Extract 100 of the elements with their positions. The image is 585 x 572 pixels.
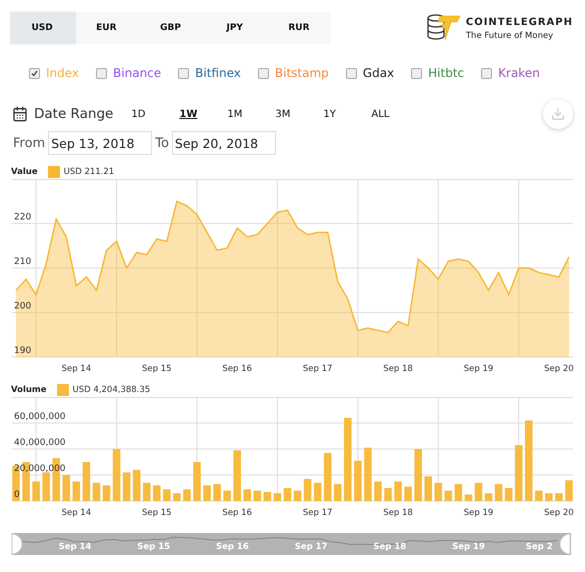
volume-bar — [364, 448, 372, 501]
x-axis-label: Sep 17 — [302, 508, 332, 518]
volume-bar — [193, 462, 201, 501]
download-icon — [551, 107, 565, 121]
checkbox[interactable] — [96, 68, 108, 78]
navigator-date-label: Sep 15 — [137, 542, 170, 552]
volume-bar — [474, 482, 482, 501]
volume-bar — [163, 489, 171, 501]
currency-tab[interactable]: GBP — [138, 12, 203, 44]
volume-bar — [404, 486, 412, 501]
checkbox[interactable] — [411, 68, 422, 78]
checkbox[interactable] — [481, 68, 492, 78]
volume-bar — [254, 490, 262, 501]
x-axis-label: Sep 20 — [544, 508, 574, 518]
volume-bar — [494, 484, 502, 501]
legend-text: USD 4,204,388.35 — [72, 385, 150, 395]
volume-bar — [284, 488, 292, 501]
volume-bar — [233, 450, 241, 501]
range-button[interactable]: 3M — [275, 108, 324, 120]
navigator-date-label: Sep 18 — [373, 542, 406, 552]
volume-bar — [153, 485, 161, 501]
checkbox[interactable] — [178, 68, 190, 78]
exchange-label[interactable]: Hitbtc — [428, 66, 464, 80]
x-axis-label: Sep 16 — [222, 364, 252, 374]
brand-tagline: The Future of Money — [466, 31, 554, 41]
volume-bar — [213, 484, 221, 501]
x-axis-label: Sep 14 — [62, 364, 92, 374]
x-axis-label: Sep 18 — [383, 508, 413, 518]
volume-bar — [183, 489, 191, 501]
range-button[interactable]: 1Y — [323, 108, 372, 120]
volume-bar — [514, 445, 522, 501]
download-button[interactable] — [543, 99, 573, 129]
volume-bar — [132, 470, 140, 501]
volume-bar — [464, 494, 472, 501]
range-button[interactable]: 1W — [179, 108, 228, 120]
volume-bar — [244, 489, 252, 501]
navigator-date-label: Sep 2 — [526, 542, 553, 552]
volume-bar — [394, 482, 402, 501]
volume-bar — [142, 482, 150, 501]
range-button[interactable]: 1D — [131, 108, 180, 120]
y-axis-label: 60,000,000 — [14, 412, 66, 422]
navigator-date-label: Sep 14 — [58, 542, 92, 552]
volume-bar — [294, 490, 302, 501]
x-axis-label: Sep 19 — [464, 508, 494, 518]
y-axis-label: 210 — [14, 257, 32, 267]
chart-title: Value — [11, 167, 38, 177]
calendar-icon — [12, 106, 28, 122]
currency-tab[interactable]: RUR — [266, 12, 332, 44]
exchange-label[interactable]: Gdax — [362, 66, 394, 80]
y-axis-label: 0 — [14, 490, 20, 500]
volume-bar — [504, 488, 512, 501]
range-button[interactable]: 1M — [227, 108, 276, 120]
navigator-date-label: Sep 19 — [452, 542, 485, 552]
x-axis-label: Sep 17 — [302, 364, 332, 374]
volume-bar — [304, 478, 312, 501]
volume-bar — [32, 482, 40, 501]
volume-bar — [434, 482, 442, 501]
brand-name: COINTELEGRAPH — [466, 17, 573, 28]
volume-bar — [424, 476, 432, 501]
checkbox[interactable] — [258, 68, 269, 78]
volume-bar — [122, 472, 130, 501]
currency-tab[interactable]: JPY — [202, 12, 267, 44]
range-button[interactable]: ALL — [371, 108, 420, 120]
x-axis-label: Sep 14 — [62, 508, 92, 518]
volume-bar — [535, 490, 543, 501]
exchange-label[interactable]: Binance — [113, 66, 162, 80]
volume-bar — [173, 493, 181, 501]
y-axis-label: 220 — [14, 212, 32, 222]
from-date-field[interactable]: Sep 13, 2018 — [48, 131, 152, 155]
x-axis-label: Sep 20 — [544, 364, 574, 374]
volume-bar — [414, 449, 422, 501]
volume-bar — [354, 460, 362, 501]
volume-bar — [314, 482, 322, 501]
checkbox[interactable] — [346, 68, 357, 78]
to-date-field[interactable]: Sep 20, 2018 — [172, 131, 276, 155]
currency-tab[interactable]: USD — [10, 12, 74, 44]
volume-bar — [72, 482, 80, 501]
from-label: From — [13, 136, 46, 150]
y-axis-label: 40,000,000 — [14, 438, 66, 448]
volume-bar — [102, 485, 110, 501]
y-axis-label: 200 — [14, 302, 32, 312]
volume-bar — [334, 484, 342, 501]
volume-bar — [324, 452, 332, 501]
checkbox[interactable] — [29, 68, 40, 78]
currency-tab[interactable]: EUR — [74, 12, 138, 44]
navigator-date-label: Sep 16 — [216, 542, 249, 552]
y-axis-label: 190 — [14, 346, 32, 356]
volume-bar — [82, 462, 90, 501]
date-range-label: Date Range — [34, 106, 114, 122]
volume-bar — [484, 493, 492, 501]
navigator-track[interactable] — [12, 533, 571, 555]
volume-bar — [444, 490, 452, 501]
exchange-label[interactable]: Bitfinex — [195, 66, 241, 80]
volume-bar — [223, 490, 231, 501]
x-axis-label: Sep 15 — [142, 508, 172, 518]
volume-bar — [454, 484, 462, 501]
x-axis-label: Sep 19 — [464, 364, 494, 374]
exchange-label[interactable]: Kraken — [498, 66, 540, 80]
volume-bar — [555, 493, 563, 501]
legend-text: USD 211.21 — [64, 167, 114, 177]
